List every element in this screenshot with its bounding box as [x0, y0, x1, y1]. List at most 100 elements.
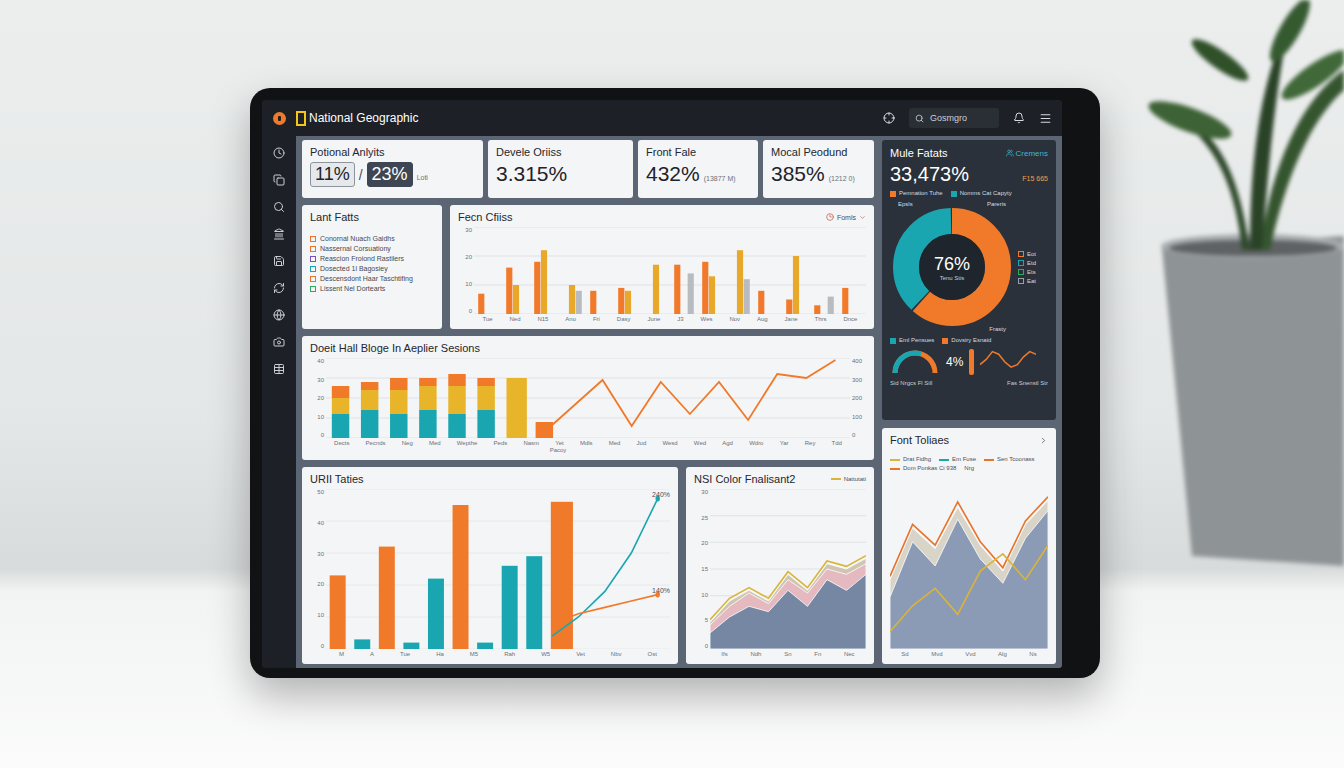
chart-bar[interactable] — [604, 313, 610, 314]
chart-bar[interactable] — [625, 291, 631, 314]
stacked-bar[interactable] — [361, 410, 378, 438]
chart-bar[interactable] — [842, 288, 848, 314]
chart-bar[interactable] — [330, 575, 346, 649]
crosshair-icon[interactable] — [883, 112, 895, 124]
stacked-bar[interactable] — [419, 410, 436, 438]
chart-bar[interactable] — [513, 285, 519, 314]
chart-bar[interactable] — [730, 313, 736, 314]
legend-item[interactable]: Pemnation Tuhe — [890, 190, 943, 197]
chart-bar[interactable] — [569, 285, 575, 314]
stacked-bar[interactable] — [361, 390, 378, 410]
chevron-right-icon[interactable] — [1039, 436, 1048, 445]
chart-bar[interactable] — [379, 547, 395, 649]
stacked-bar[interactable] — [477, 378, 494, 386]
panel-link[interactable]: Cremens — [1006, 149, 1048, 158]
donut-segment[interactable] — [906, 221, 998, 313]
stacked-bar[interactable] — [506, 377, 526, 379]
chart-bar[interactable] — [821, 313, 827, 314]
legend-item[interactable]: Em Fuse — [939, 456, 976, 463]
stacked-bar[interactable] — [390, 414, 407, 438]
chart-bar[interactable] — [765, 313, 771, 314]
chart-bar[interactable] — [702, 262, 708, 314]
kpi-card[interactable]: Devele Oriiss3.315% — [488, 140, 633, 198]
chart-bar[interactable] — [856, 313, 862, 314]
stacked-bar[interactable] — [448, 414, 465, 438]
stacked-bar[interactable] — [390, 390, 407, 414]
list-item[interactable]: Lissent Nel Dortearts — [310, 285, 434, 292]
sidebar-icon[interactable] — [273, 174, 285, 186]
stacked-bar[interactable] — [477, 410, 494, 438]
chart-bar[interactable] — [646, 313, 652, 314]
legend-item[interactable]: Drat Fidhg — [890, 456, 931, 463]
chart-bar[interactable] — [492, 313, 498, 314]
sidebar-icon[interactable] — [273, 147, 285, 159]
sidebar-icon[interactable] — [273, 228, 285, 240]
sidebar-icon[interactable] — [273, 201, 285, 213]
chart-bar[interactable] — [597, 313, 603, 314]
filter-dropdown[interactable]: Fomls — [826, 213, 866, 221]
stacked-bar[interactable] — [506, 378, 526, 438]
stacked-bar[interactable] — [477, 386, 494, 410]
chart-bar[interactable] — [849, 313, 855, 314]
sidebar-icon[interactable] — [273, 255, 285, 267]
chart-bar[interactable] — [403, 643, 419, 649]
kpi-card[interactable]: Mocal Peodund385%(1212 0) — [763, 140, 874, 198]
search-input[interactable] — [928, 112, 993, 124]
chart-bar[interactable] — [526, 556, 542, 649]
list-item[interactable]: Conornal Nuach Gaidhs — [310, 235, 434, 242]
stacked-bar[interactable] — [448, 386, 465, 414]
chart-bar[interactable] — [828, 297, 834, 314]
list-item[interactable]: Reascion Froiond Rastilers — [310, 255, 434, 262]
logo[interactable]: National Geographic — [296, 111, 418, 126]
list-item[interactable]: Descensdont Haar Taschtifing — [310, 275, 434, 282]
list-item[interactable]: Dosected 1l Bagosiey — [310, 265, 434, 272]
sidebar-icon[interactable] — [273, 363, 285, 375]
legend-item[interactable]: Eml Pensues — [890, 337, 934, 344]
chart-bar[interactable] — [737, 250, 743, 314]
chart-bar[interactable] — [681, 313, 687, 314]
sidebar-icon[interactable] — [273, 309, 285, 321]
chart-bar[interactable] — [478, 294, 484, 314]
chart-bar[interactable] — [354, 639, 370, 649]
chart-bar[interactable] — [485, 313, 491, 314]
chart-bar[interactable] — [674, 265, 680, 314]
stacked-bar[interactable] — [361, 382, 378, 390]
chart-bar[interactable] — [506, 268, 512, 314]
stacked-bar[interactable] — [536, 422, 553, 438]
bell-icon[interactable] — [1013, 112, 1025, 124]
legend-item[interactable]: Dovsiry Esnaid — [942, 337, 991, 344]
chart-bar[interactable] — [653, 265, 659, 314]
search-field[interactable] — [909, 108, 999, 128]
chart-bar[interactable] — [520, 313, 526, 314]
chart-bar[interactable] — [379, 647, 395, 649]
stacked-bar[interactable] — [419, 378, 436, 386]
app-icon[interactable] — [273, 112, 286, 125]
chart-bar[interactable] — [800, 313, 806, 314]
chart-bar[interactable] — [330, 647, 346, 649]
chart-bar[interactable] — [541, 250, 547, 314]
legend-item[interactable]: Dom Ponkas Ci 938 — [890, 465, 956, 472]
menu-icon[interactable] — [1039, 112, 1052, 125]
chart-bar[interactable] — [562, 313, 568, 314]
chart-bar[interactable] — [709, 276, 715, 314]
chart-bar[interactable] — [576, 291, 582, 314]
donut-segment[interactable] — [906, 221, 998, 313]
legend-item[interactable]: Nattutati — [831, 476, 866, 483]
sidebar-icon[interactable] — [273, 336, 285, 348]
chart-bar[interactable] — [786, 300, 792, 315]
chart-bar[interactable] — [534, 262, 540, 314]
sidebar-icon[interactable] — [273, 282, 285, 294]
stacked-bar[interactable] — [390, 378, 407, 390]
list-item[interactable]: Nassernal Corsuationy — [310, 245, 434, 252]
stacked-bar[interactable] — [332, 386, 349, 398]
chart-bar[interactable] — [793, 256, 799, 314]
chart-bar[interactable] — [814, 305, 820, 314]
chart-bar[interactable] — [632, 313, 638, 314]
chart-bar[interactable] — [772, 313, 778, 314]
legend-item[interactable]: Sen Tcoonass — [984, 456, 1035, 463]
stacked-bar[interactable] — [419, 386, 436, 410]
chart-bar[interactable] — [590, 291, 596, 314]
kpi-card[interactable]: Potional Anlyits11%/23%Loti — [302, 140, 483, 198]
chart-bar[interactable] — [716, 313, 722, 314]
stacked-bar[interactable] — [332, 414, 349, 438]
